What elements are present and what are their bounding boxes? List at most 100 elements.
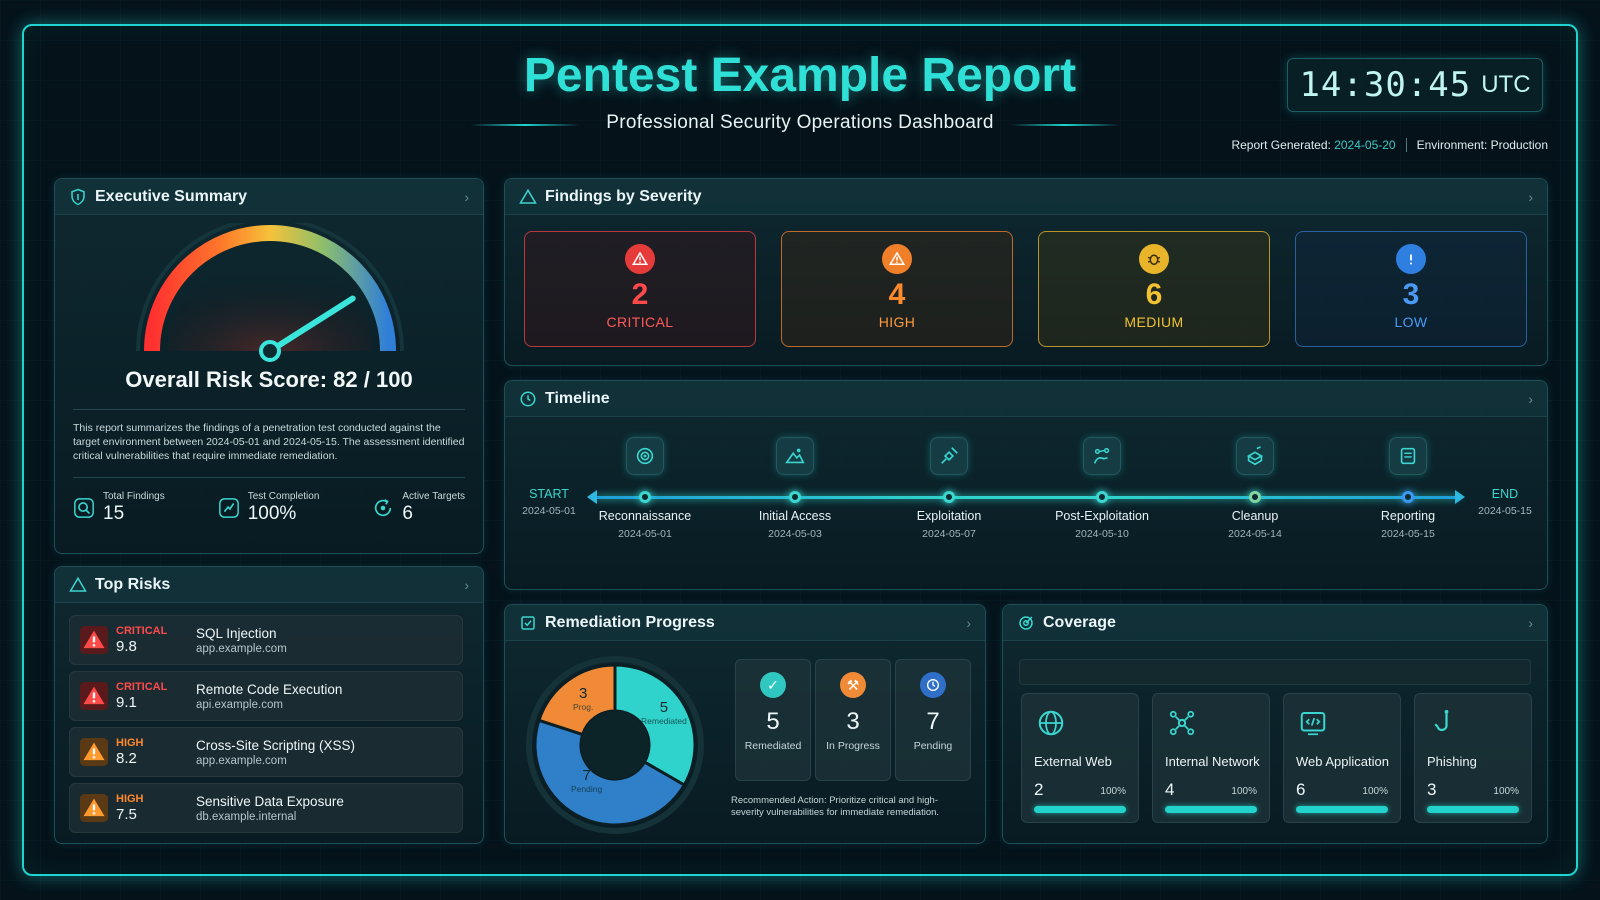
chevron-right-icon[interactable]: ›	[464, 577, 469, 593]
remediation-label: Remediated	[744, 740, 802, 752]
executive-summary-panel: Executive Summary › Overall Risk Score: …	[54, 178, 484, 554]
risk-score: 9.1	[116, 694, 137, 711]
page-subtitle: Professional Security Operations Dashboa…	[606, 112, 994, 133]
coverage-filter-bar	[1019, 659, 1531, 685]
risk-score: 7.5	[116, 806, 137, 823]
remediation-value: 3	[846, 708, 860, 735]
progress-icon	[218, 498, 239, 518]
timeline-header[interactable]: Timeline ›	[505, 381, 1547, 417]
severity-card-high[interactable]: 4 HIGH	[781, 231, 1013, 347]
donut-label-pending: 7 Pending	[571, 767, 602, 794]
code-window-icon	[1300, 712, 1326, 736]
warning-icon	[882, 244, 912, 274]
risk-row[interactable]: CRITICAL 9.1 Remote Code Execution api.exa…	[69, 671, 463, 721]
arrow-left-icon	[587, 490, 597, 504]
chevron-right-icon[interactable]: ›	[1528, 189, 1533, 205]
top-risks-header[interactable]: Top Risks ›	[55, 567, 483, 603]
severity-card-critical[interactable]: 2 CRITICAL	[524, 231, 756, 347]
bug-icon	[1139, 244, 1169, 274]
warning-icon	[625, 244, 655, 274]
report-icon[interactable]	[1389, 437, 1427, 475]
warning-icon	[80, 682, 108, 710]
summary-description: This report summarizes the findings of a…	[73, 422, 465, 462]
risk-row[interactable]: HIGH 7.5 Sensitive Data Exposure db.exampl…	[69, 783, 463, 833]
findings-header[interactable]: Findings by Severity ›	[505, 179, 1547, 215]
stat-label: Total Findings	[103, 491, 165, 502]
chevron-right-icon[interactable]: ›	[966, 615, 971, 631]
severity-label: HIGH	[878, 314, 916, 330]
risk-name: Remote Code Execution	[196, 681, 343, 697]
mountain-icon[interactable]	[776, 437, 814, 475]
phase-date: 2024-05-14	[1228, 528, 1282, 540]
severity-count: 6	[1145, 278, 1163, 311]
risk-row[interactable]: CRITICAL 9.8 SQL Injection app.example.com	[69, 615, 463, 665]
risk-severity: CRITICAL	[116, 625, 168, 637]
timeline-end-label: END	[1491, 487, 1519, 501]
coverage-card-phishing[interactable]: Phishing 3 100%	[1414, 693, 1532, 823]
remediation-value: 5	[766, 708, 780, 735]
stat-label: Test Completion	[247, 491, 320, 502]
coverage-bar-fill	[1427, 806, 1519, 813]
timeline-start-date: 2024-05-01	[522, 505, 576, 517]
severity-count: 2	[631, 278, 649, 311]
environment-label: Environment: Production	[1416, 138, 1548, 152]
satellite-icon[interactable]	[930, 437, 968, 475]
network-icon	[1169, 710, 1195, 736]
remediation-donut-chart	[526, 656, 704, 834]
coverage-value: 4	[1165, 780, 1175, 799]
risk-row[interactable]: HIGH 8.2 Cross-Site Scripting (XSS) app.ex…	[69, 727, 463, 777]
timeline-marker	[1096, 491, 1108, 503]
coverage-percent: 100%	[1493, 786, 1519, 797]
target-icon	[1019, 615, 1033, 630]
timeline-start-label: START	[529, 487, 569, 501]
phase-date: 2024-05-03	[768, 528, 822, 540]
globe-icon	[1038, 710, 1064, 736]
clock-icon	[920, 672, 946, 698]
radar-icon[interactable]	[626, 437, 664, 475]
remediation-header[interactable]: Remediation Progress ›	[505, 605, 985, 641]
coverage-card-web-application[interactable]: Web Application 6 100%	[1283, 693, 1401, 823]
executive-summary-title: Executive Summary	[95, 187, 248, 205]
severity-card-low[interactable]: 3 LOW	[1295, 231, 1527, 347]
severity-count: 4	[888, 278, 906, 311]
phase-name: Reconnaissance	[598, 509, 692, 523]
timeline-title: Timeline	[545, 389, 610, 407]
meta-divider	[1405, 138, 1407, 152]
warning-icon	[80, 626, 108, 654]
hook-icon	[1434, 709, 1449, 731]
report-generated-date: 2024-05-20	[1334, 138, 1396, 152]
timeline-marker	[789, 491, 801, 503]
coverage-title: Coverage	[1043, 613, 1116, 631]
remediation-card-in-progress[interactable]: ⚒ 3 In Progress	[815, 659, 891, 781]
cleanup-icon[interactable]	[1236, 437, 1274, 475]
stat-value: 6	[402, 503, 413, 524]
executive-summary-header[interactable]: Executive Summary ›	[55, 179, 483, 215]
info-icon	[1396, 244, 1426, 274]
remediation-card-pending[interactable]: 7 Pending	[895, 659, 971, 781]
divider	[73, 477, 465, 478]
timeline-phase-reconnaissance: Reconnaissance 2024-05-01	[575, 509, 715, 540]
risk-host: api.example.com	[196, 698, 283, 711]
summary-stats: Total Findings 15 Test Completion 100% Act…	[73, 491, 465, 525]
coverage-name: External Web	[1034, 754, 1112, 769]
chevron-right-icon[interactable]: ›	[1528, 615, 1533, 631]
risk-host: app.example.com	[196, 754, 287, 767]
severity-label: CRITICAL	[606, 314, 674, 330]
network-hand-icon[interactable]	[1083, 437, 1121, 475]
findings-title: Findings by Severity	[545, 187, 702, 205]
target-refresh-icon	[375, 499, 392, 517]
coverage-card-internal-network[interactable]: Internal Network 4 100%	[1152, 693, 1270, 823]
risk-severity: HIGH	[116, 737, 144, 749]
coverage-card-external-web[interactable]: External Web 2 100%	[1021, 693, 1139, 823]
risk-gauge	[136, 223, 404, 362]
warning-icon	[519, 188, 537, 204]
donut-text: Pending	[571, 784, 603, 794]
remediation-card-remediated[interactable]: ✓ 5 Remediated	[735, 659, 811, 781]
chevron-right-icon[interactable]: ›	[464, 189, 469, 205]
severity-card-medium[interactable]: 6 MEDIUM	[1038, 231, 1270, 347]
phase-date: 2024-05-10	[1075, 528, 1129, 540]
timeline-phase-post-exploitation: Post-Exploitation 2024-05-10	[1032, 509, 1172, 540]
chevron-right-icon[interactable]: ›	[1528, 391, 1533, 407]
coverage-header[interactable]: Coverage ›	[1003, 605, 1547, 641]
checklist-icon	[521, 615, 535, 630]
